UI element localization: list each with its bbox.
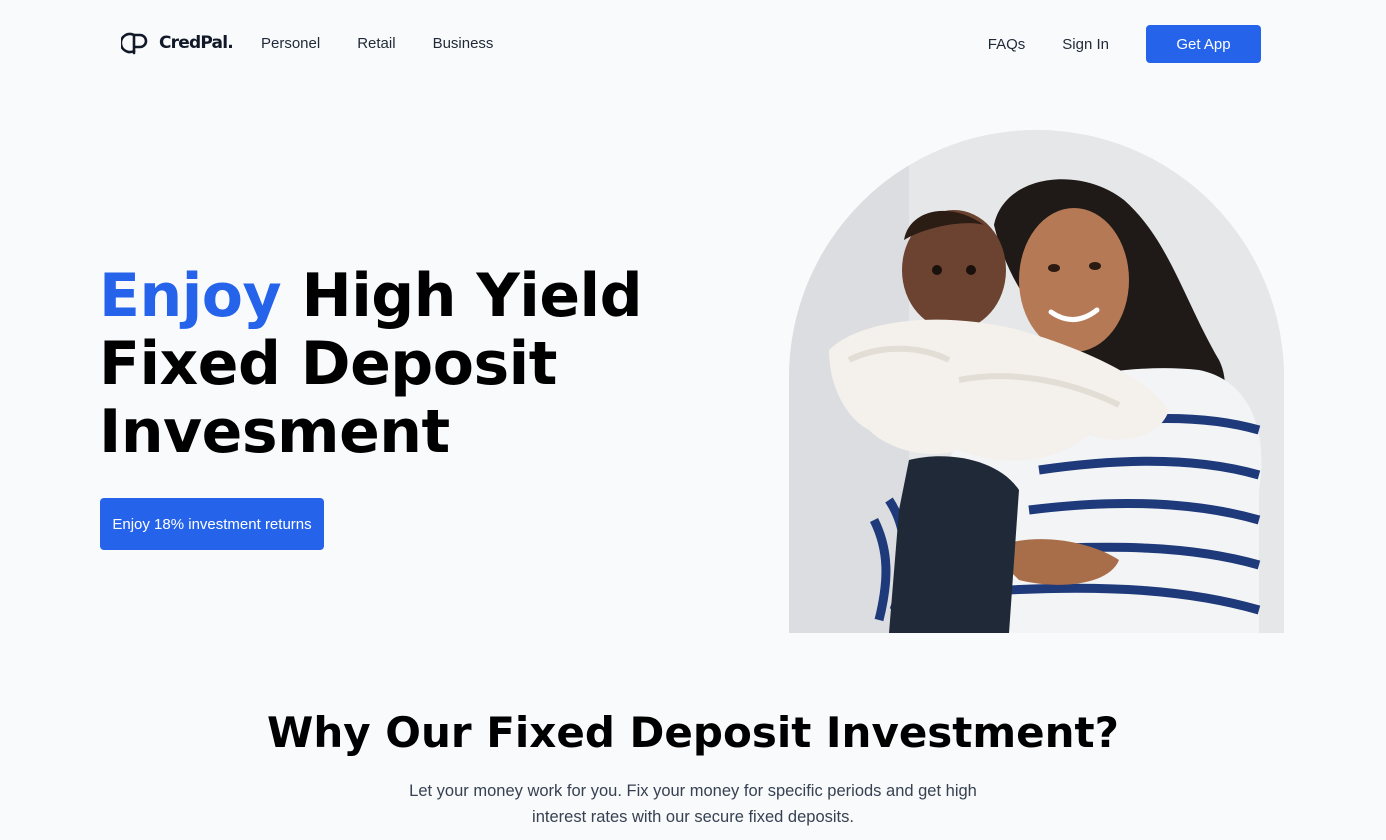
nav-item-personel[interactable]: Personel [261,35,320,52]
hero-title-accent: Enjoy [99,261,282,331]
hero-title: Enjoy High Yield Fixed Deposit Invesment [99,262,719,466]
site-header: CredPal. Personel Retail Business FAQs S… [0,0,1386,90]
sign-in-link[interactable]: Sign In [1062,36,1109,53]
main-nav: Personel Retail Business [261,35,493,52]
nav-item-business[interactable]: Business [433,35,494,52]
logo-text: CredPal. [159,33,234,53]
hero-title-line3: Invesment [99,397,450,467]
logo[interactable]: CredPal. [121,30,234,56]
mother-baby-illustration [789,130,1284,633]
why-section-title: Why Our Fixed Deposit Investment? [267,708,1119,757]
hero-image [789,130,1284,633]
hero-title-line2: Fixed Deposit [99,329,557,399]
header-actions: FAQs Sign In Get App [988,25,1261,63]
faqs-link[interactable]: FAQs [988,36,1026,53]
get-app-button[interactable]: Get App [1146,25,1261,63]
page: CredPal. Personel Retail Business FAQs S… [0,0,1386,840]
hero-title-line1: High Yield [301,261,643,331]
why-section-description: Let your money work for you. Fix your mo… [409,782,977,826]
nav-item-retail[interactable]: Retail [357,35,395,52]
credpal-logo-icon [121,32,148,55]
investment-returns-button[interactable]: Enjoy 18% investment returns [100,498,324,550]
